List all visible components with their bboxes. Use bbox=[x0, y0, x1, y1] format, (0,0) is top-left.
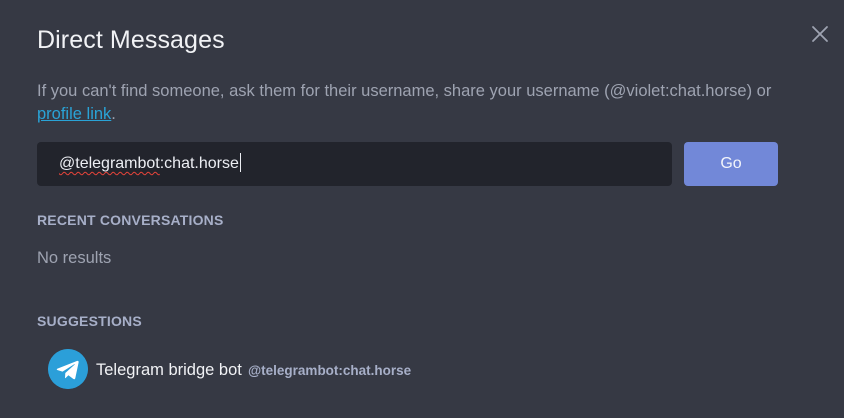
profile-link[interactable]: profile link bbox=[37, 105, 111, 123]
recent-conversations-heading: RECENT CONVERSATIONS bbox=[37, 212, 224, 228]
avatar bbox=[48, 349, 88, 389]
suggestion-user-id: @telegrambot:chat.horse bbox=[248, 363, 412, 378]
telegram-icon bbox=[48, 349, 88, 389]
suggestion-item[interactable]: Telegram bridge bot @telegrambot:chat.ho… bbox=[37, 345, 737, 393]
dialog-title: Direct Messages bbox=[37, 26, 225, 54]
dialog-info-text: If you can't find someone, ask them for … bbox=[37, 80, 797, 126]
close-icon bbox=[812, 26, 828, 42]
search-input-rest: :chat.horse bbox=[159, 155, 239, 172]
search-input-misspelled-part: @telegrambot bbox=[59, 155, 160, 172]
no-results-text: No results bbox=[37, 249, 112, 267]
direct-messages-dialog: Direct Messages If you can't find someon… bbox=[0, 0, 844, 418]
close-button[interactable] bbox=[806, 20, 834, 48]
info-suffix: . bbox=[111, 105, 116, 123]
suggestions-heading: SUGGESTIONS bbox=[37, 313, 142, 329]
go-button[interactable]: Go bbox=[684, 142, 778, 186]
text-caret bbox=[239, 153, 241, 172]
suggestion-name: Telegram bridge bot bbox=[96, 361, 242, 379]
search-input[interactable]: @telegrambot:chat.horse bbox=[59, 153, 241, 173]
info-text: If you can't find someone, ask them for … bbox=[37, 82, 772, 100]
user-search-field[interactable]: @telegrambot:chat.horse bbox=[37, 142, 672, 186]
